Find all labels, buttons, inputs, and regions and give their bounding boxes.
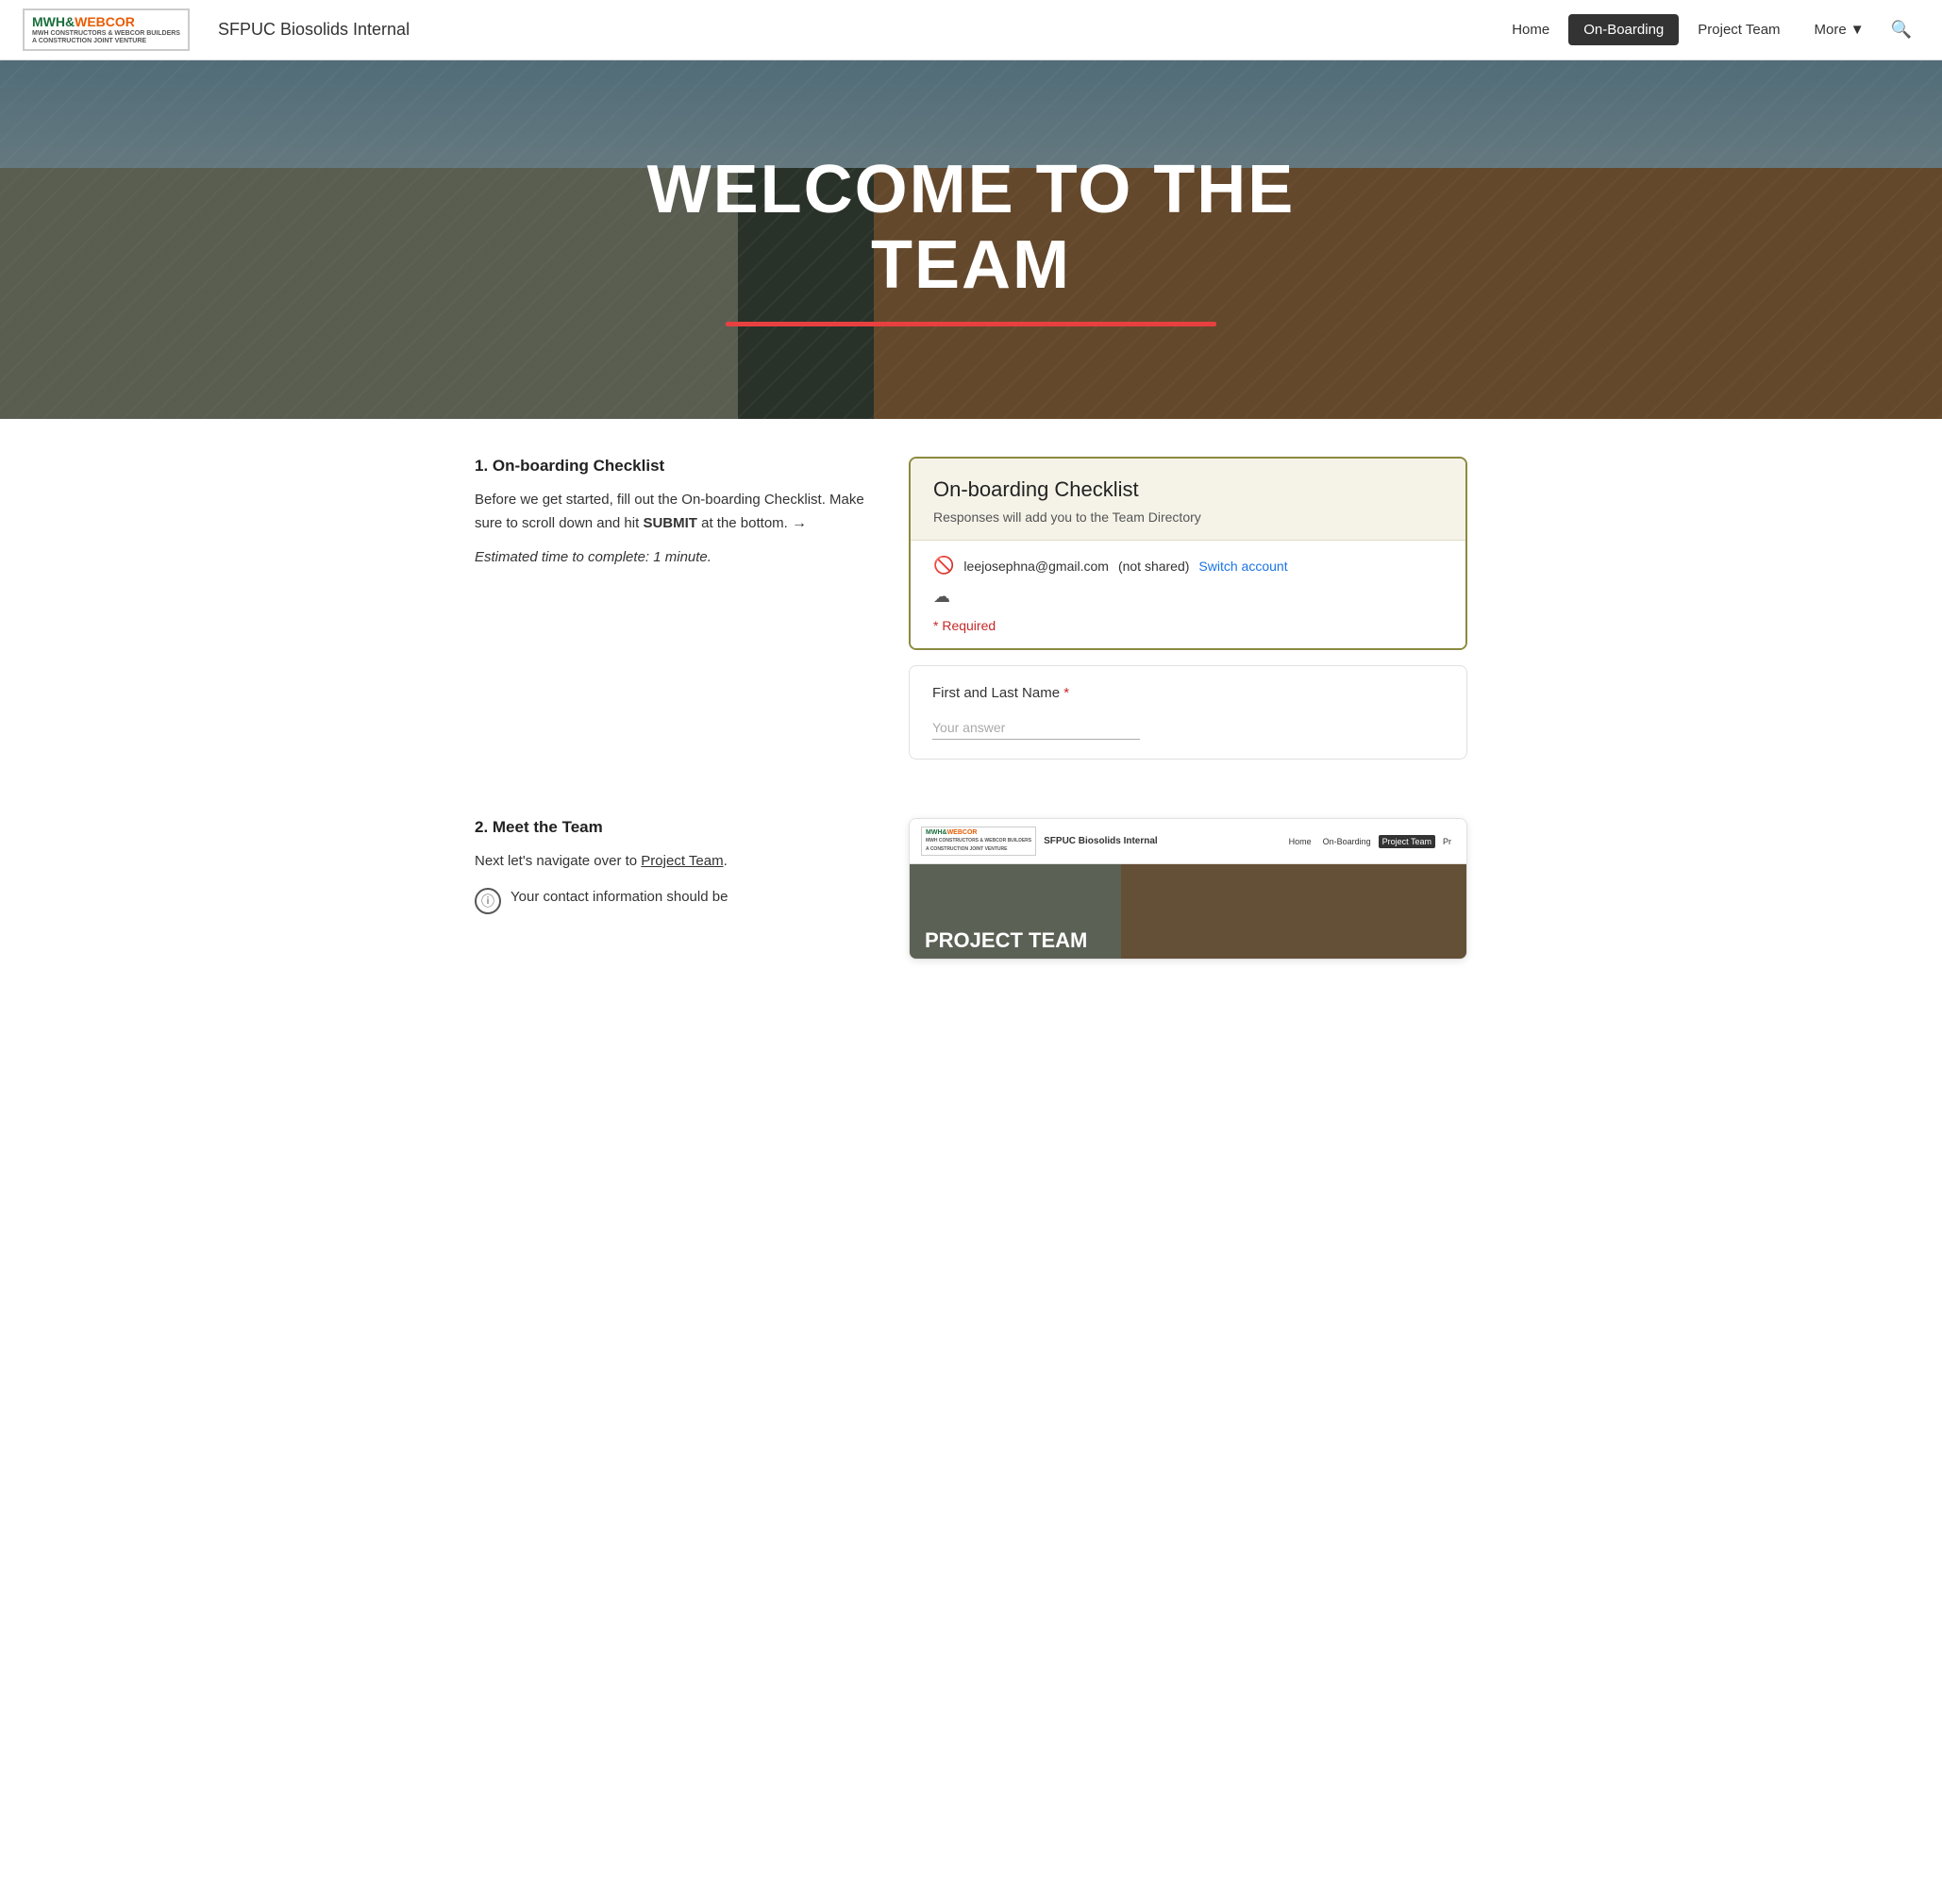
mini-nav-onboarding: On-Boarding: [1319, 835, 1375, 848]
mini-nav-active: Project Team: [1379, 835, 1435, 848]
project-team-link[interactable]: Project Team: [641, 853, 723, 869]
not-shared-label: (not shared): [1118, 559, 1189, 574]
mini-navbar: MWH&WEBCOR MWH CONSTRUCTORS & WEBCOR BUI…: [910, 819, 1466, 864]
form-card-body: 🚫 leejosephna@gmail.com (not shared) Swi…: [911, 541, 1465, 648]
content-row-2: 2. Meet the Team Next let's navigate ove…: [475, 818, 1467, 960]
hero-divider: [726, 322, 1216, 326]
site-title: SFPUC Biosolids Internal: [218, 20, 410, 40]
nav-home[interactable]: Home: [1497, 14, 1565, 45]
form-card-subtitle: Responses will add you to the Team Direc…: [933, 509, 1443, 525]
mini-hero: PROJECT TEAM: [910, 864, 1466, 959]
section2-body: Next let's navigate over to Project Team…: [475, 850, 871, 873]
form-card-header: On-boarding Checklist Responses will add…: [911, 459, 1465, 541]
section2-heading: 2. Meet the Team: [475, 818, 871, 837]
mini-nav-links: Home On-Boarding Project Team Pr: [1285, 835, 1455, 848]
required-label: * Required: [933, 618, 1443, 633]
logo-mwh: MWH: [32, 14, 65, 29]
form-card-title: On-boarding Checklist: [933, 477, 1443, 502]
mini-nav-home: Home: [1285, 835, 1315, 848]
logo-sub2: A CONSTRUCTION JOINT VENTURE: [32, 38, 180, 45]
hero-section: WELCOME TO THE TEAM: [0, 60, 1942, 419]
section2-left: 2. Meet the Team Next let's navigate ove…: [475, 818, 871, 922]
cloud-row: ☁: [933, 587, 1443, 607]
nav-more[interactable]: More ▼: [1800, 14, 1880, 45]
chevron-down-icon: ▼: [1850, 22, 1865, 38]
info-row: ⓘ Your contact information should be: [475, 886, 871, 922]
mini-hero-text: PROJECT TEAM: [925, 930, 1087, 951]
section1-right: On-boarding Checklist Responses will add…: [909, 457, 1467, 771]
required-star: *: [1063, 685, 1069, 701]
content-row-1: 1. On-boarding Checklist Before we get s…: [475, 457, 1467, 771]
account-row: 🚫 leejosephna@gmail.com (not shared) Swi…: [933, 556, 1443, 576]
section1-left: 1. On-boarding Checklist Before we get s…: [475, 457, 871, 771]
mini-nav-pr: Pr: [1439, 835, 1455, 848]
mini-site-title: SFPUC Biosolids Internal: [1044, 836, 1158, 846]
mini-logo: MWH&WEBCOR MWH CONSTRUCTORS & WEBCOR BUI…: [921, 827, 1036, 856]
name-input[interactable]: [932, 716, 1140, 740]
search-icon[interactable]: 🔍: [1883, 12, 1919, 47]
section1-body: Before we get started, fill out the On-b…: [475, 489, 871, 536]
logo[interactable]: MWH&WEBCOR MWH CONSTRUCTORS & WEBCOR BUI…: [23, 8, 190, 51]
section1-italic: Estimated time to complete: 1 minute.: [475, 549, 871, 565]
logo-ampersand: &: [65, 14, 75, 29]
section2-body3: Your contact information should be: [511, 886, 728, 909]
mini-browser-container: MWH&WEBCOR MWH CONSTRUCTORS & WEBCOR BUI…: [909, 818, 1467, 960]
hero-content: WELCOME TO THE TEAM: [647, 153, 1296, 326]
nav-project-team[interactable]: Project Team: [1683, 14, 1795, 45]
form-field-card: First and Last Name *: [909, 665, 1467, 760]
arrow-icon: →: [792, 515, 807, 531]
mini-browser: MWH&WEBCOR MWH CONSTRUCTORS & WEBCOR BUI…: [909, 818, 1467, 960]
nav-links: Home On-Boarding Project Team More ▼ 🔍: [1497, 12, 1919, 47]
form-card: On-boarding Checklist Responses will add…: [909, 457, 1467, 650]
main-content: 1. On-boarding Checklist Before we get s…: [452, 419, 1490, 997]
account-email: leejosephna@gmail.com: [963, 559, 1109, 574]
logo-webcor: WEBCOR: [75, 14, 135, 29]
privacy-icon: 🚫: [933, 556, 954, 576]
navbar: MWH&WEBCOR MWH CONSTRUCTORS & WEBCOR BUI…: [0, 0, 1942, 60]
logo-sub1: MWH CONSTRUCTORS & WEBCOR BUILDERS: [32, 30, 180, 38]
switch-account-link[interactable]: Switch account: [1198, 559, 1287, 574]
nav-onboarding[interactable]: On-Boarding: [1568, 14, 1679, 45]
hero-title: WELCOME TO THE TEAM: [647, 153, 1296, 302]
info-icon: ⓘ: [475, 888, 501, 914]
section1-heading: 1. On-boarding Checklist: [475, 457, 871, 476]
cloud-icon: ☁: [933, 587, 950, 607]
field-label: First and Last Name *: [932, 685, 1444, 701]
